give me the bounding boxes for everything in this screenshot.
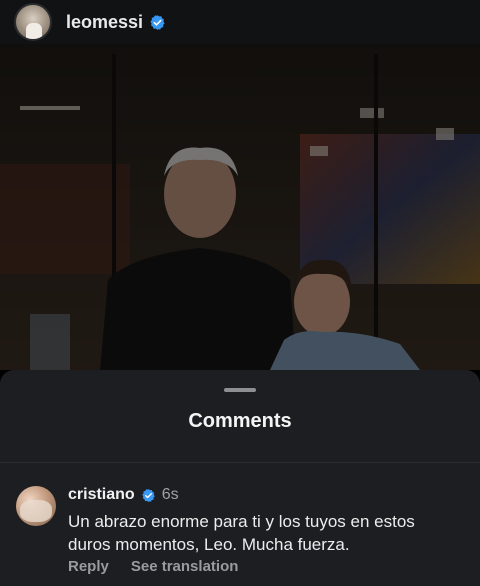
photo-dim-overlay	[0, 44, 480, 370]
post-photo[interactable]	[0, 44, 480, 370]
comment-username[interactable]: cristiano	[68, 486, 135, 504]
avatar[interactable]	[16, 486, 56, 526]
verified-badge-icon	[141, 488, 156, 503]
post-header: leomessi	[0, 0, 480, 44]
comments-title: Comments	[188, 410, 292, 432]
reply-button[interactable]: Reply	[68, 558, 109, 575]
comment-header: cristiano 6s	[68, 486, 179, 504]
post-username[interactable]: leomessi	[66, 12, 143, 33]
comment-actions: Reply See translation	[68, 558, 238, 575]
avatar[interactable]	[14, 3, 52, 41]
comment-text: Un abrazo enorme para ti y los tuyos en …	[68, 512, 415, 554]
comments-sheet: Comments cristiano 6s Un abrazo enorme p…	[0, 370, 480, 586]
see-translation-button[interactable]: See translation	[131, 558, 239, 575]
comment-timestamp: 6s	[161, 486, 179, 503]
verified-badge-icon	[149, 14, 166, 31]
divider	[0, 462, 480, 463]
comment-item: cristiano 6s Un abrazo enorme para ti y …	[0, 480, 480, 586]
drag-handle[interactable]	[224, 388, 256, 392]
